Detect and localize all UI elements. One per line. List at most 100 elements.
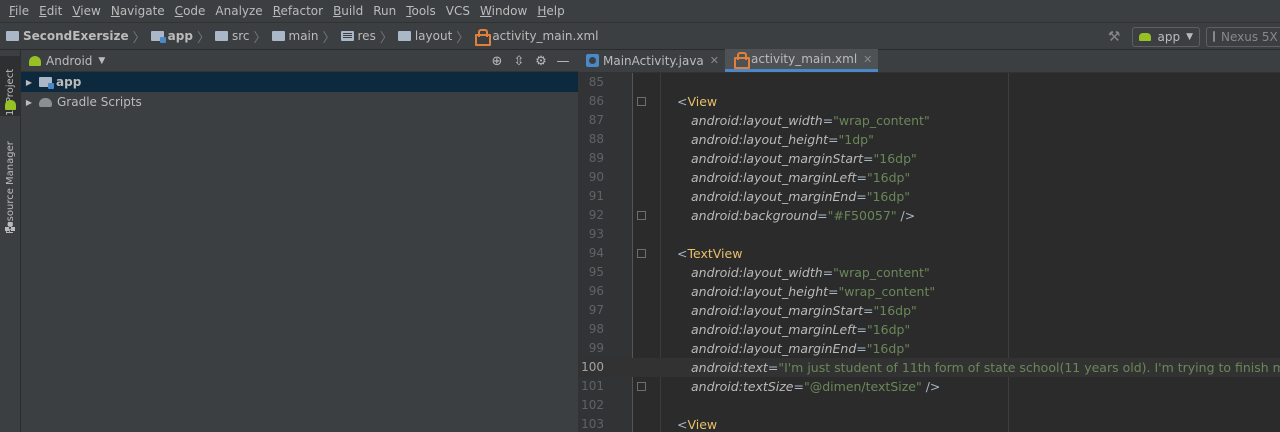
attribute-name: layout_marginStart <box>742 151 864 166</box>
breadcrumb-layout-label: layout <box>414 29 453 43</box>
close-icon[interactable]: ✕ <box>863 53 872 66</box>
fold-marker-icon[interactable] <box>637 211 646 220</box>
menu-item[interactable]: Refactor <box>268 0 328 23</box>
tool-tab-resource-manager[interactable]: Resource Manager <box>0 130 21 234</box>
breadcrumb-src-label: src <box>231 29 250 43</box>
code-line[interactable]: 103 <View <box>578 415 1280 432</box>
attribute-value: @dimen/textSize <box>809 379 916 394</box>
quote: " <box>923 265 930 280</box>
attribute-namespace: android: <box>691 189 743 204</box>
breadcrumb-project-label: SecondExersize <box>23 29 129 43</box>
folder-icon <box>214 31 228 41</box>
code-line[interactable]: 101 android:textSize="@dimen/textSize" /> <box>578 377 1280 396</box>
fold-marker-icon[interactable] <box>637 249 646 258</box>
breadcrumb-file[interactable]: activity_main.xml <box>474 23 598 50</box>
breadcrumb-project[interactable]: SecondExersize 〉 <box>6 23 151 50</box>
editor-tab[interactable]: MainActivity.java ✕ <box>578 49 725 72</box>
code-line[interactable]: 94 <TextView <box>578 244 1280 263</box>
code-line[interactable]: 102 <box>578 396 1280 415</box>
xml-attribute: android:layout_height="1dp" <box>691 130 874 149</box>
code-area[interactable]: 85 86 <View 87 android:layout_width="wrap_co… <box>578 73 1280 432</box>
code-line[interactable]: 86 <View <box>578 92 1280 111</box>
code-line[interactable]: 99 android:layout_marginEnd="16dp" <box>578 339 1280 358</box>
line-number: 94 <box>588 246 604 260</box>
collapse-all-icon[interactable]: ⇳ <box>508 54 530 69</box>
close-icon[interactable]: ✕ <box>710 54 719 67</box>
attribute-name: layout_marginLeft <box>742 170 857 185</box>
chevron-right-icon: 〉 <box>379 30 393 46</box>
project-tree: ▶ app ▶ Gradle Scripts <box>21 72 578 112</box>
quote: " <box>904 170 911 185</box>
code-line[interactable]: 85 <box>578 73 1280 92</box>
code-line[interactable]: 96 android:layout_height="wrap_content" <box>578 282 1280 301</box>
menu-item[interactable]: Run <box>368 0 401 23</box>
code-line[interactable]: 97 android:layout_marginStart="16dp" <box>578 301 1280 320</box>
breadcrumb-layout[interactable]: layout 〉 <box>397 23 474 50</box>
tag-close: /> <box>896 208 916 223</box>
equals-sign: = <box>822 113 834 128</box>
breadcrumb-main[interactable]: main 〉 <box>271 23 341 50</box>
line-number: 88 <box>588 132 604 146</box>
attribute-name: layout_marginEnd <box>742 189 857 204</box>
fold-marker-icon[interactable] <box>637 382 646 391</box>
chevron-right-icon: 〉 <box>253 30 267 46</box>
code-line[interactable]: 98 android:layout_marginLeft="16dp" <box>578 320 1280 339</box>
folder-icon <box>397 31 411 41</box>
attribute-value: 16dp <box>872 189 905 204</box>
attribute-name: background <box>742 208 818 223</box>
breadcrumb-res[interactable]: res 〉 <box>340 23 398 50</box>
layout-xml-icon <box>733 52 750 69</box>
menu-item[interactable]: Code <box>170 0 211 23</box>
android-icon <box>29 55 41 66</box>
code-line[interactable]: 100 android:text="I'm just student of 11t… <box>578 358 1280 377</box>
project-view-mode-select[interactable]: Android <box>46 54 92 68</box>
menu-item[interactable]: Help <box>532 0 569 23</box>
menu-item[interactable]: View <box>67 0 105 23</box>
run-toolbar: ⚒ app ▼ Nexus 5X <box>1108 23 1280 50</box>
menu-item[interactable]: Edit <box>34 0 67 23</box>
minimize-icon[interactable]: — <box>552 54 574 69</box>
code-line[interactable]: 88 android:layout_height="1dp" <box>578 130 1280 149</box>
caret-down-icon[interactable]: ▼ <box>98 56 105 66</box>
hammer-icon[interactable]: ⚒ <box>1108 29 1121 45</box>
menu-item[interactable]: Build <box>328 0 368 23</box>
menu-item-label: ools <box>411 3 436 18</box>
tag-open-bracket: < <box>677 94 688 109</box>
menu-item[interactable]: File <box>4 0 34 23</box>
code-line[interactable]: 91 android:layout_marginEnd="16dp" <box>578 187 1280 206</box>
code-line[interactable]: 90 android:layout_marginLeft="16dp" <box>578 168 1280 187</box>
tree-node[interactable]: ▶ Gradle Scripts <box>21 92 578 112</box>
expand-arrow-icon[interactable]: ▶ <box>23 98 35 107</box>
tag-name: View <box>687 417 718 432</box>
breadcrumb-src[interactable]: src 〉 <box>214 23 272 50</box>
gear-icon[interactable]: ⚙ <box>530 54 552 69</box>
expand-arrow-icon[interactable]: ▶ <box>23 78 35 87</box>
attribute-name: layout_height <box>742 284 829 299</box>
device-select[interactable]: Nexus 5X <box>1206 26 1280 47</box>
locate-icon[interactable]: ⊕ <box>486 54 508 69</box>
quote: " <box>911 151 917 166</box>
run-configuration-select[interactable]: app ▼ <box>1132 26 1200 47</box>
menu-item[interactable]: Tools <box>401 0 441 23</box>
code-editor: MainActivity.java ✕ activity_main.xml ✕ 85 8… <box>578 49 1280 432</box>
menu-item[interactable]: Window <box>475 0 532 23</box>
project-folder-icon <box>6 31 19 41</box>
code-line[interactable]: 93 <box>578 225 1280 244</box>
xml-attribute: android:text="I'm just student of 11th f… <box>691 358 1280 377</box>
equals-sign: = <box>767 360 779 375</box>
quote: " <box>929 284 936 299</box>
menu-item[interactable]: Navigate <box>106 0 170 23</box>
fold-marker-icon[interactable] <box>637 97 646 106</box>
menu-item[interactable]: Analyze <box>210 0 267 23</box>
editor-tab[interactable]: activity_main.xml ✕ <box>725 49 879 72</box>
code-line[interactable]: 92 android:background="#F50057" /> <box>578 206 1280 225</box>
code-line[interactable]: 87 android:layout_width="wrap_content" <box>578 111 1280 130</box>
menu-bar: File Edit View Navigate Code Analyze Refactor B… <box>0 0 1280 23</box>
breadcrumb-module[interactable]: app 〉 <box>150 23 215 50</box>
code-line[interactable]: 89 android:layout_marginStart="16dp" <box>578 149 1280 168</box>
code-line[interactable]: 95 android:layout_width="wrap_content" <box>578 263 1280 282</box>
tag-name: TextView <box>687 246 743 261</box>
tree-node[interactable]: ▶ app <box>21 72 578 92</box>
menu-item[interactable]: VCS <box>441 0 475 23</box>
attribute-name: layout_width <box>742 265 823 280</box>
